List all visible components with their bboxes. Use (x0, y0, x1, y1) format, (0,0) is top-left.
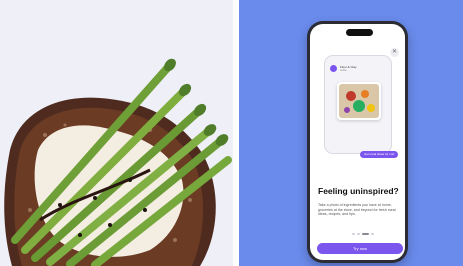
carousel-dot[interactable] (352, 233, 355, 235)
close-icon[interactable]: ✕ (390, 48, 399, 57)
carousel-dots (352, 233, 374, 235)
phone-screen: ✕ Flour & Clay online Get meal ideas for… (310, 24, 405, 260)
app-promo-panel: ✕ Flour & Clay online Get meal ideas for… (239, 0, 463, 266)
food-photo-panel (0, 0, 233, 266)
chat-bubble: Get meal ideas for me! (360, 151, 399, 158)
phone-mockup: ✕ Flour & Clay online Get meal ideas for… (307, 21, 408, 263)
ingredients-photo (337, 82, 381, 120)
avatar-icon (330, 65, 337, 72)
asparagus-toast-image (4, 58, 232, 266)
carousel-dot[interactable] (357, 233, 360, 235)
promo-description: Take a photo of ingredients you have at … (318, 203, 396, 217)
ingredients-photo-image (339, 84, 379, 118)
promo-heading: Feeling uninspired? (318, 186, 399, 196)
chat-preview: Flour & Clay online (324, 55, 392, 154)
carousel-dot[interactable] (371, 233, 374, 235)
preview-contact-status: online (340, 69, 347, 72)
carousel-dot-active[interactable] (362, 233, 369, 235)
try-now-button[interactable]: Try now (317, 243, 403, 254)
dynamic-island (346, 29, 373, 36)
